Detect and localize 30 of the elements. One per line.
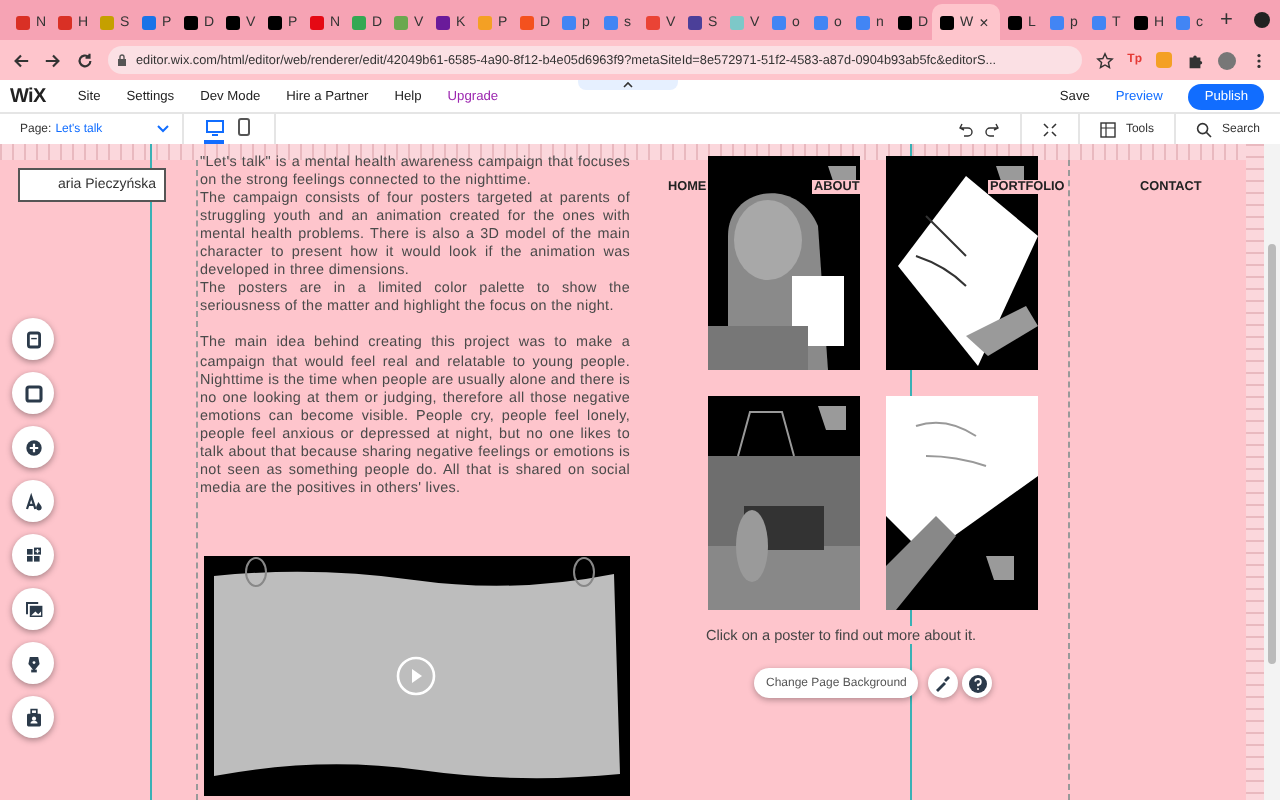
table-icon [1099,121,1116,137]
tool-button[interactable] [12,480,54,522]
tool-button[interactable] [12,534,54,576]
close-icon[interactable]: × [979,13,989,31]
tool-button[interactable] [12,696,54,738]
avatar[interactable] [1218,51,1236,69]
chevron-icon [156,124,170,134]
tool-button[interactable] [12,642,54,684]
fit-icon[interactable] [1041,121,1058,137]
puzzle-icon[interactable] [1186,51,1204,69]
star-icon[interactable] [1095,51,1114,69]
forward-icon[interactable] [44,51,62,69]
search-icon [1195,121,1212,137]
lock-icon[interactable] [116,54,128,66]
eyedropper-icon[interactable] [928,668,958,698]
scrollbar-thumb[interactable] [1268,244,1276,664]
reload-icon[interactable] [76,51,94,69]
help-icon[interactable] [962,668,992,698]
profile-icon[interactable] [1254,12,1270,28]
tool-button[interactable] [12,426,54,468]
logo[interactable]: WiX [10,85,46,107]
square-icon [19,379,47,407]
tool-button[interactable] [12,588,54,630]
redo-icon[interactable] [983,121,1000,137]
back-icon[interactable] [12,51,30,69]
tool-button[interactable] [12,372,54,414]
tool-button[interactable] [12,318,54,360]
undo-icon[interactable] [957,121,974,137]
collapse-handle[interactable] [578,80,678,90]
new-tab-button[interactable]: + [1220,8,1233,32]
